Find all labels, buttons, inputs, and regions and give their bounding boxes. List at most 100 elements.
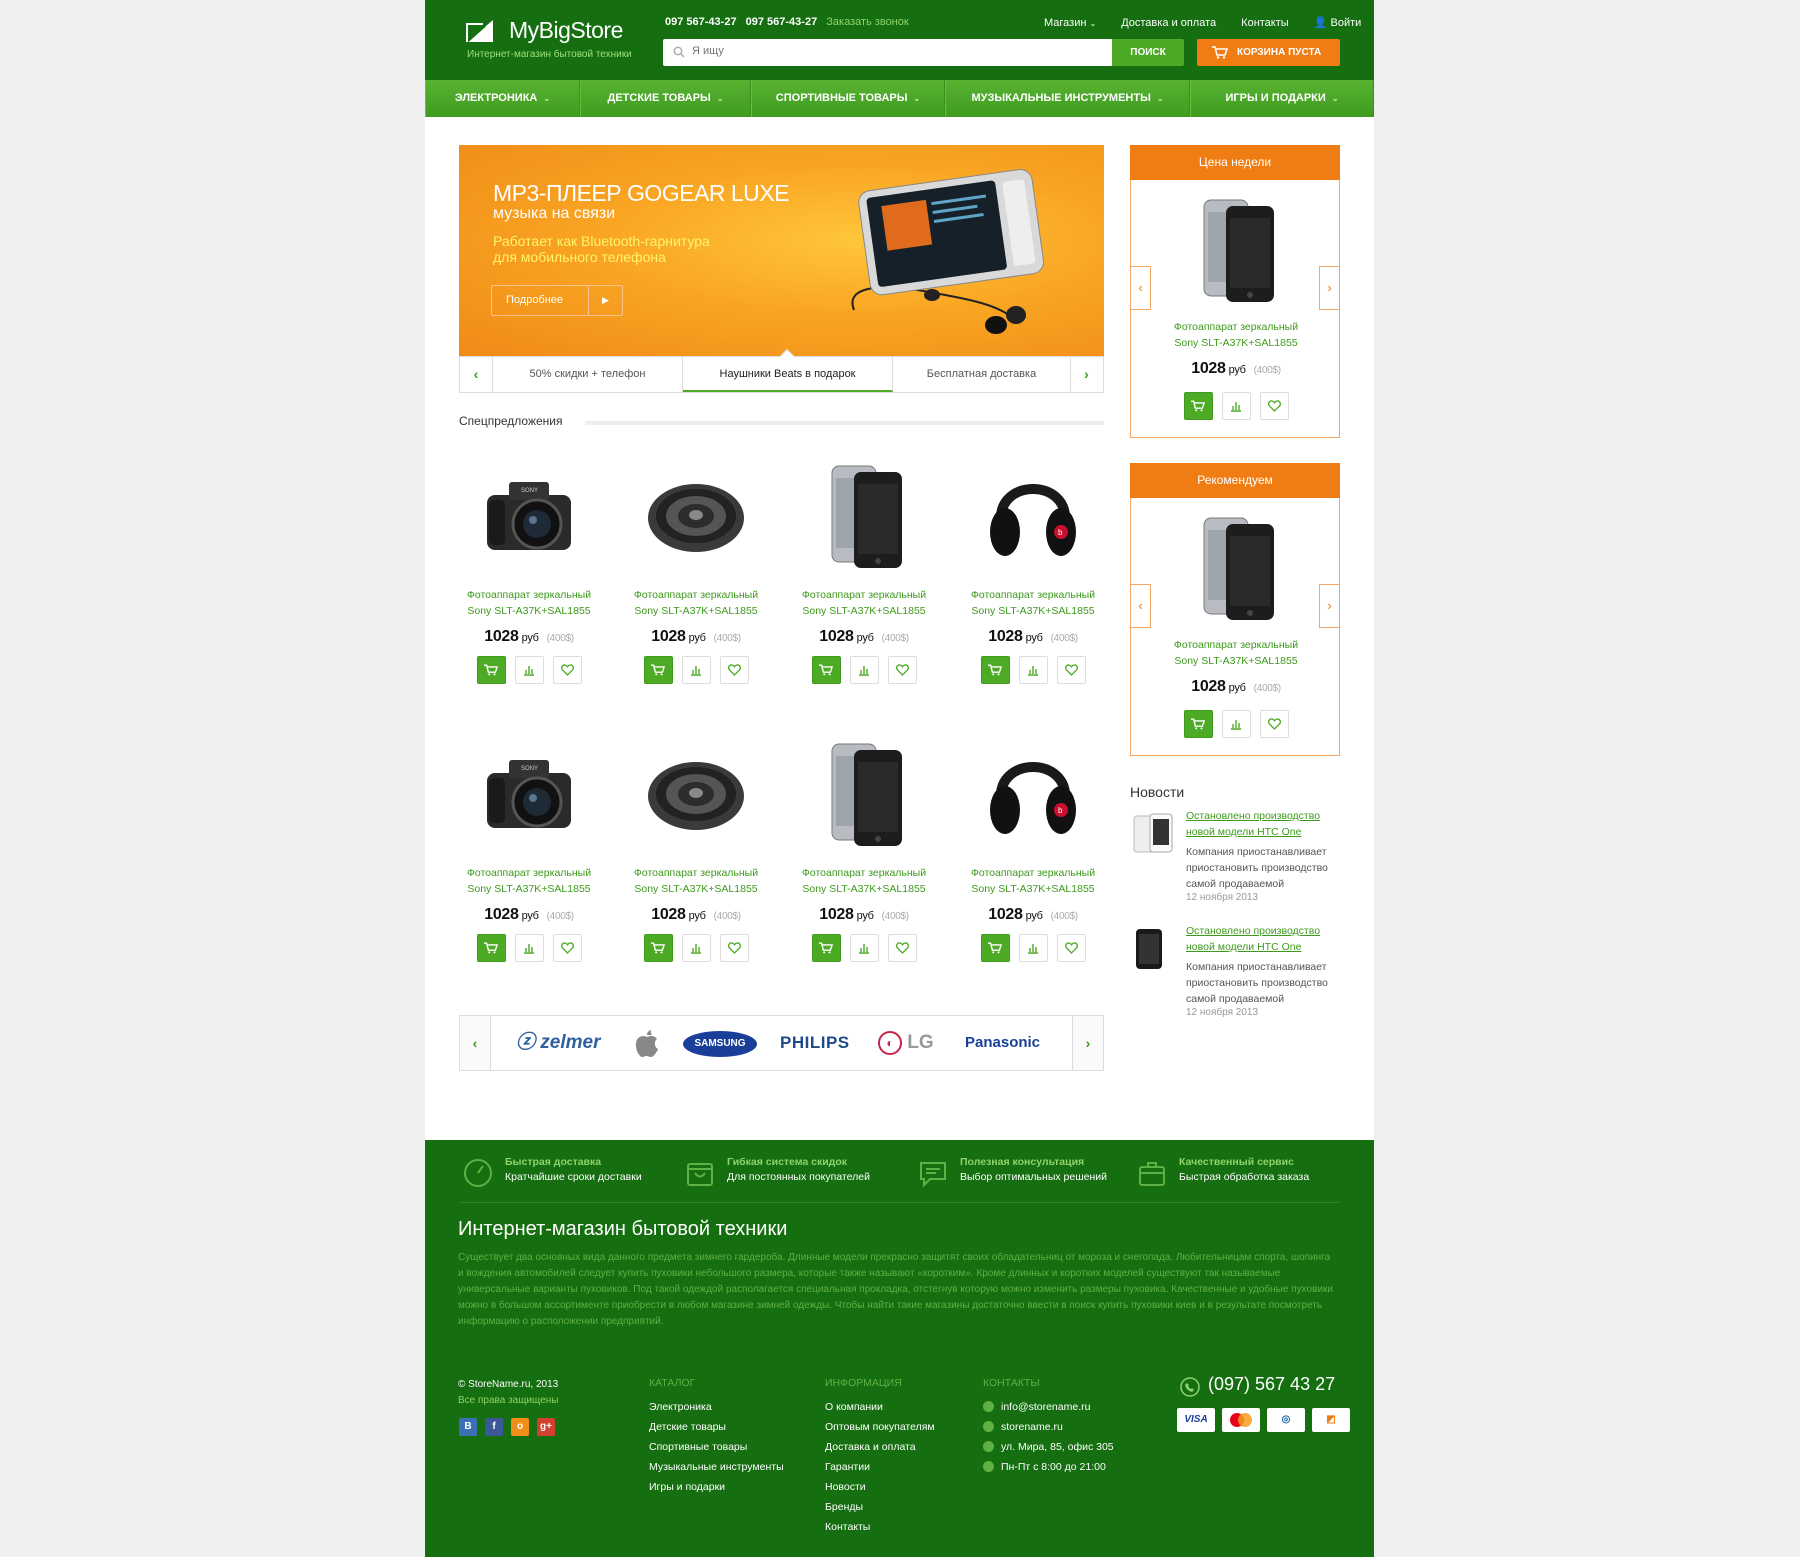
nav-delivery[interactable]: Доставка и оплата (1121, 17, 1216, 29)
product-name[interactable]: Фотоаппарат зеркальный Sony SLT-A37K+SAL1… (794, 587, 934, 619)
headphones-image[interactable]: b (983, 738, 1083, 848)
footer-link[interactable]: Бренды (825, 1497, 935, 1517)
wishlist-button[interactable] (1259, 392, 1289, 420)
wishlist-button[interactable] (552, 656, 582, 684)
product-card[interactable]: SONY Фотоаппарат зеркальный Sony SLT-A37K+… (459, 738, 599, 978)
nav-contacts[interactable]: Контакты (1241, 17, 1289, 29)
contact-skype[interactable]: storename.ru (983, 1417, 1114, 1437)
product-name[interactable]: Фотоаппарат зеркальный Sony SLT-A37K+SAL1… (459, 587, 599, 619)
headphones-image[interactable]: b (983, 460, 1083, 570)
compare-button[interactable] (681, 656, 711, 684)
brand-lg[interactable]: ◐ LG (878, 1016, 934, 1070)
camera-image[interactable]: SONY (479, 460, 579, 570)
category-electronics[interactable]: ЭЛЕКТРОНИКА ⌄ (425, 80, 580, 117)
brand-samsung[interactable]: SAMSUNG (683, 1031, 757, 1057)
compare-button[interactable] (849, 656, 879, 684)
banner-tab-headphones[interactable]: Наушники Beats в подарок (683, 357, 893, 392)
product-card[interactable]: SONY Фотоаппарат зеркальный Sony SLT-A37K+… (459, 460, 599, 700)
news-link[interactable]: Остановлено производство новой модели HTC… (1186, 808, 1338, 840)
news-image[interactable] (1130, 812, 1176, 854)
logo-text[interactable]: MyBigStore (509, 17, 623, 44)
news-link[interactable]: Остановлено производство новой модели HTC… (1186, 923, 1338, 955)
product-card[interactable]: b Фотоаппарат зеркальный Sony SLT-A37K+SAL… (963, 460, 1103, 700)
promo-banner[interactable]: MP3-ПЛЕЕР GOGEAR LUXE музыка на связи Ра… (459, 145, 1104, 356)
chevron-right-icon[interactable]: › (1072, 1016, 1103, 1070)
chevron-right-icon[interactable]: › (1319, 266, 1340, 310)
product-name[interactable]: Фотоаппарат зеркальный Sony SLT-A37K+SAL1… (626, 587, 766, 619)
chevron-right-icon[interactable]: › (1319, 584, 1340, 628)
product-name[interactable]: Фотоаппарат зеркальный Sony SLT-A37K+SAL1… (1166, 319, 1306, 351)
logo-icon[interactable] (465, 18, 495, 44)
footer-link[interactable]: Оптовым покупателям (825, 1417, 935, 1437)
facebook-icon[interactable]: f (485, 1418, 503, 1436)
product-card[interactable]: Фотоаппарат зеркальный Sony SLT-A37K+SAL1… (794, 460, 934, 700)
category-music[interactable]: МУЗЫКАЛЬНЫЕ ИНСТРУМЕНТЫ ⌄ (945, 80, 1190, 117)
product-card[interactable]: Фотоаппарат зеркальный Sony SLT-A37K+SAL1… (626, 738, 766, 978)
brand-zelmer[interactable]: ⓩ zelmer (516, 1016, 600, 1070)
category-sports[interactable]: СПОРТИВНЫЕ ТОВАРЫ ⌄ (751, 80, 945, 117)
product-name[interactable]: Фотоаппарат зеркальный Sony SLT-A37K+SAL1… (963, 865, 1103, 897)
footer-phone[interactable]: (097) 567 43 27 (1208, 1374, 1335, 1395)
phone-image[interactable] (1186, 194, 1286, 304)
add-to-cart-button[interactable] (476, 656, 506, 684)
wishlist-button[interactable] (719, 656, 749, 684)
compare-button[interactable] (681, 934, 711, 962)
chevron-right-icon[interactable]: › (1070, 357, 1103, 392)
footer-link[interactable]: Спортивные товары (649, 1437, 784, 1457)
category-kids[interactable]: ДЕТСКИЕ ТОВАРЫ ⌄ (580, 80, 751, 117)
compare-button[interactable] (1018, 656, 1048, 684)
compare-button[interactable] (514, 934, 544, 962)
chevron-left-icon[interactable]: ‹ (460, 1016, 491, 1070)
phone-image[interactable] (814, 738, 914, 848)
add-to-cart-button[interactable] (1183, 392, 1213, 420)
wishlist-button[interactable] (1056, 656, 1086, 684)
chevron-left-icon[interactable]: ‹ (1130, 584, 1151, 628)
speaker-image[interactable] (646, 460, 746, 570)
wishlist-button[interactable] (887, 656, 917, 684)
compare-button[interactable] (1221, 392, 1251, 420)
brand-philips[interactable]: PHILIPS (780, 1016, 850, 1070)
cart-button[interactable]: КОРЗИНА ПУСТА (1197, 39, 1340, 66)
wishlist-button[interactable] (1259, 710, 1289, 738)
footer-link[interactable]: Новости (825, 1477, 935, 1497)
search-button[interactable]: ПОИСК (1112, 39, 1184, 66)
add-to-cart-button[interactable] (1183, 710, 1213, 738)
chevron-left-icon[interactable]: ‹ (1130, 266, 1151, 310)
nav-login[interactable]: 👤 Войти (1314, 17, 1362, 29)
product-name[interactable]: Фотоаппарат зеркальный Sony SLT-A37K+SAL1… (459, 865, 599, 897)
add-to-cart-button[interactable] (811, 656, 841, 684)
product-name[interactable]: Фотоаппарат зеркальный Sony SLT-A37K+SAL1… (963, 587, 1103, 619)
wishlist-button[interactable] (1056, 934, 1086, 962)
vk-icon[interactable]: В (459, 1418, 477, 1436)
camera-image[interactable]: SONY (479, 738, 579, 848)
product-name[interactable]: Фотоаппарат зеркальный Sony SLT-A37K+SAL1… (794, 865, 934, 897)
phone-image[interactable] (1186, 512, 1286, 622)
product-card[interactable]: Фотоаппарат зеркальный Sony SLT-A37K+SAL1… (626, 460, 766, 700)
chevron-left-icon[interactable]: ‹ (460, 357, 493, 392)
brand-apple-logo[interactable] (634, 1030, 660, 1058)
product-name[interactable]: Фотоаппарат зеркальный Sony SLT-A37K+SAL1… (1166, 637, 1306, 669)
add-to-cart-button[interactable] (643, 656, 673, 684)
compare-button[interactable] (849, 934, 879, 962)
add-to-cart-button[interactable] (980, 934, 1010, 962)
compare-button[interactable] (1221, 710, 1251, 738)
nav-shop[interactable]: Магазин ⌄ (1044, 17, 1096, 29)
news-image[interactable] (1130, 927, 1176, 969)
wishlist-button[interactable] (719, 934, 749, 962)
footer-link[interactable]: Контакты (825, 1517, 935, 1537)
odnoklassniki-icon[interactable]: о (511, 1418, 529, 1436)
banner-tab-delivery[interactable]: Бесплатная доставка (893, 357, 1071, 392)
add-to-cart-button[interactable] (980, 656, 1010, 684)
contact-email[interactable]: info@storename.ru (983, 1397, 1114, 1417)
add-to-cart-button[interactable] (476, 934, 506, 962)
category-games[interactable]: ИГРЫ И ПОДАРКИ ⌄ (1190, 80, 1374, 117)
compare-button[interactable] (514, 656, 544, 684)
phone-image[interactable] (814, 460, 914, 570)
footer-link[interactable]: Детские товары (649, 1417, 784, 1437)
footer-link[interactable]: Музыкальные инструменты (649, 1457, 784, 1477)
footer-link[interactable]: Игры и подарки (649, 1477, 784, 1497)
product-name[interactable]: Фотоаппарат зеркальный Sony SLT-A37K+SAL1… (626, 865, 766, 897)
product-card[interactable]: Фотоаппарат зеркальный Sony SLT-A37K+SAL1… (794, 738, 934, 978)
product-card[interactable]: b Фотоаппарат зеркальный Sony SLT-A37K+SAL… (963, 738, 1103, 978)
banner-tab-discount[interactable]: 50% скидки + телефон (493, 357, 683, 392)
